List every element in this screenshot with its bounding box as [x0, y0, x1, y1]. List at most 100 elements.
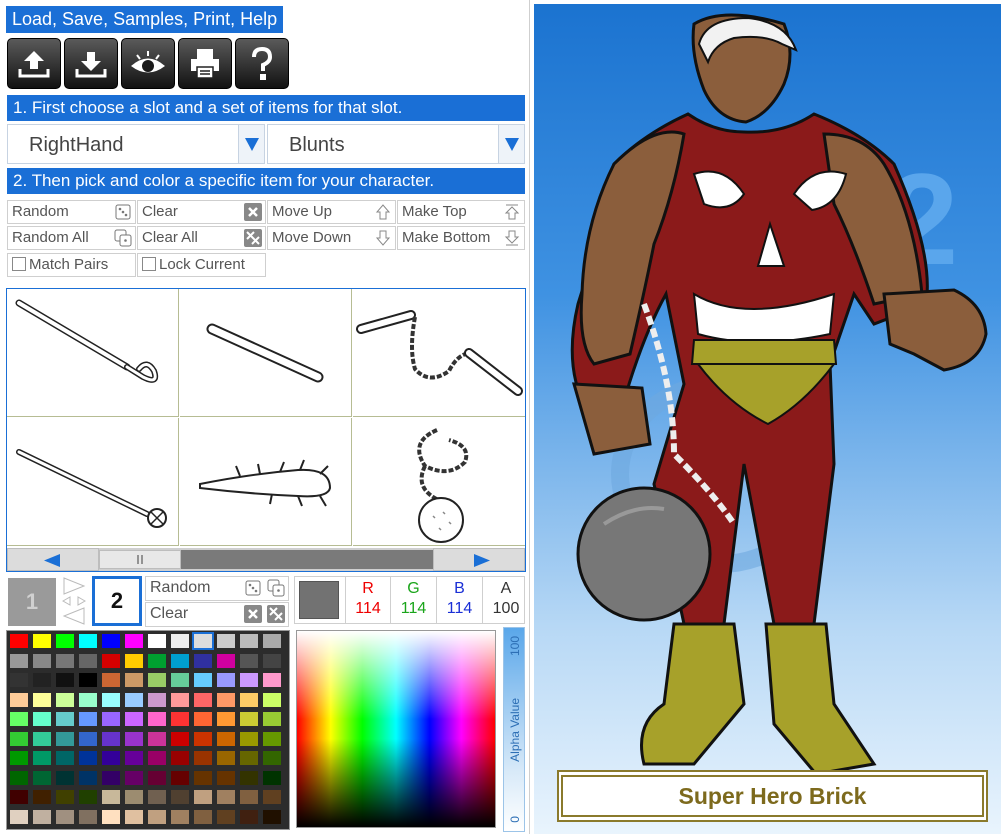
palette-swatch[interactable] — [194, 731, 212, 746]
menu-bar[interactable]: Load, Save, Samples, Print, Help — [6, 6, 284, 33]
close-all-icon[interactable] — [267, 605, 285, 623]
palette-swatch[interactable] — [263, 692, 281, 707]
palette-swatch[interactable] — [148, 770, 166, 785]
palette-swatch[interactable] — [194, 809, 212, 824]
color-spectrum[interactable] — [296, 630, 496, 828]
palette-swatch[interactable] — [102, 692, 120, 707]
palette-swatch[interactable] — [125, 634, 143, 648]
item-nunchaku[interactable] — [353, 289, 525, 417]
scroll-left-button[interactable] — [7, 548, 99, 571]
palette-swatch[interactable] — [192, 632, 214, 650]
palette-swatch[interactable] — [148, 809, 166, 824]
palette-swatch[interactable] — [102, 673, 120, 687]
random-all-button[interactable]: Random All — [7, 226, 136, 250]
palette-swatch[interactable] — [10, 692, 28, 707]
green-value[interactable]: G 114 — [391, 577, 437, 623]
random-button[interactable]: Random — [7, 200, 136, 224]
palette-swatch[interactable] — [240, 790, 258, 804]
palette-swatch[interactable] — [217, 770, 235, 785]
print-button[interactable] — [178, 38, 232, 89]
scroll-thumb[interactable] — [99, 550, 181, 569]
palette-swatch[interactable] — [263, 790, 281, 804]
palette-swatch[interactable] — [33, 712, 51, 726]
palette-swatch[interactable] — [148, 634, 166, 648]
make-bottom-button[interactable]: Make Bottom — [397, 226, 525, 250]
palette-swatch[interactable] — [263, 731, 281, 746]
palette-swatch[interactable] — [263, 770, 281, 785]
palette-swatch[interactable] — [79, 790, 97, 804]
palette-swatch[interactable] — [10, 770, 28, 785]
palette-swatch[interactable] — [171, 731, 189, 746]
set-select[interactable]: Blunts — [267, 124, 525, 164]
samples-button[interactable] — [121, 38, 175, 89]
blue-value[interactable]: B 114 — [437, 577, 483, 623]
palette-swatch[interactable] — [102, 634, 120, 648]
palette-swatch[interactable] — [171, 770, 189, 785]
make-top-button[interactable]: Make Top — [397, 200, 525, 224]
palette-swatch[interactable] — [194, 712, 212, 726]
color-slot-1[interactable]: 1 — [8, 578, 56, 626]
color-random-button[interactable]: Random — [145, 576, 289, 601]
palette-swatch[interactable] — [10, 751, 28, 765]
character-name[interactable]: Super Hero Brick — [561, 775, 984, 817]
palette-swatch[interactable] — [33, 790, 51, 804]
palette-swatch[interactable] — [33, 673, 51, 687]
color-palette[interactable] — [6, 630, 290, 830]
palette-swatch[interactable] — [171, 809, 189, 824]
palette-swatch[interactable] — [263, 653, 281, 668]
palette-swatch[interactable] — [79, 731, 97, 746]
item-ball-and-chain[interactable] — [353, 418, 525, 546]
palette-swatch[interactable] — [33, 634, 51, 648]
palette-swatch[interactable] — [217, 692, 235, 707]
alpha-value[interactable]: A 100 — [483, 577, 529, 623]
palette-swatch[interactable] — [240, 731, 258, 746]
lock-current-toggle[interactable]: Lock Current — [137, 253, 266, 277]
palette-swatch[interactable] — [240, 712, 258, 726]
palette-swatch[interactable] — [148, 751, 166, 765]
chevron-down-icon[interactable] — [238, 125, 264, 163]
palette-swatch[interactable] — [10, 712, 28, 726]
palette-swatch[interactable] — [79, 673, 97, 687]
item-scrollbar[interactable] — [7, 548, 525, 571]
slot-select[interactable]: RightHand — [7, 124, 265, 164]
palette-swatch[interactable] — [79, 653, 97, 668]
match-pairs-checkbox[interactable] — [12, 257, 26, 271]
palette-swatch[interactable] — [217, 673, 235, 687]
palette-swatch[interactable] — [33, 770, 51, 785]
palette-swatch[interactable] — [102, 653, 120, 668]
palette-swatch[interactable] — [125, 770, 143, 785]
item-baton[interactable] — [180, 289, 352, 417]
move-up-button[interactable]: Move Up — [267, 200, 396, 224]
palette-swatch[interactable] — [125, 712, 143, 726]
palette-swatch[interactable] — [240, 653, 258, 668]
palette-swatch[interactable] — [217, 653, 235, 668]
palette-swatch[interactable] — [263, 634, 281, 648]
palette-swatch[interactable] — [263, 809, 281, 824]
palette-swatch[interactable] — [240, 692, 258, 707]
palette-swatch[interactable] — [56, 634, 74, 648]
chevron-down-icon[interactable] — [498, 125, 524, 163]
palette-swatch[interactable] — [79, 712, 97, 726]
palette-swatch[interactable] — [148, 790, 166, 804]
palette-swatch[interactable] — [102, 712, 120, 726]
palette-swatch[interactable] — [102, 809, 120, 824]
palette-swatch[interactable] — [263, 751, 281, 765]
scroll-track[interactable] — [181, 550, 433, 569]
scroll-right-button[interactable] — [433, 548, 525, 571]
palette-swatch[interactable] — [240, 673, 258, 687]
palette-swatch[interactable] — [171, 692, 189, 707]
palette-swatch[interactable] — [10, 673, 28, 687]
palette-swatch[interactable] — [79, 692, 97, 707]
palette-swatch[interactable] — [10, 634, 28, 648]
palette-swatch[interactable] — [240, 751, 258, 765]
palette-swatch[interactable] — [33, 809, 51, 824]
palette-swatch[interactable] — [171, 751, 189, 765]
palette-swatch[interactable] — [125, 751, 143, 765]
palette-swatch[interactable] — [148, 692, 166, 707]
palette-swatch[interactable] — [56, 653, 74, 668]
palette-swatch[interactable] — [148, 653, 166, 668]
palette-swatch[interactable] — [10, 653, 28, 668]
palette-swatch[interactable] — [56, 692, 74, 707]
palette-swatch[interactable] — [171, 634, 189, 648]
palette-swatch[interactable] — [56, 790, 74, 804]
